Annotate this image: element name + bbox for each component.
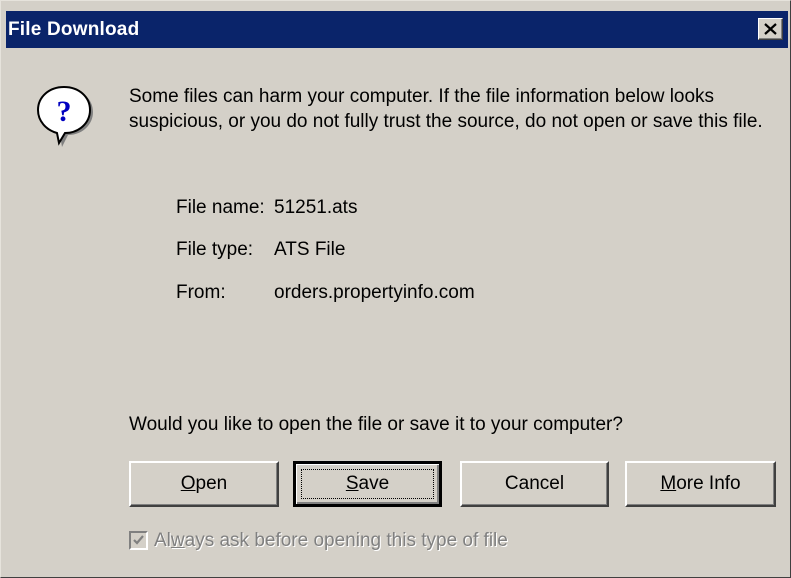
open-button-label: Open (180, 473, 228, 494)
file-name-value: 51251.ats (274, 197, 358, 218)
always-ask-checkbox[interactable] (129, 531, 148, 550)
dialog-title: File Download (8, 19, 140, 40)
file-type-label: File type: (176, 239, 254, 260)
title-bar[interactable]: File Download (6, 11, 788, 48)
always-ask-label: Always ask before opening this type of f… (154, 530, 508, 551)
cancel-button-label: Cancel (504, 473, 565, 494)
svg-text:?: ? (57, 95, 72, 128)
file-type-value: ATS File (274, 239, 346, 260)
file-download-dialog: File Download ? Some files can harm your… (0, 0, 791, 578)
from-value: orders.propertyinfo.com (274, 282, 475, 303)
more-info-button-label: More Info (660, 473, 741, 494)
cancel-button[interactable]: Cancel (460, 461, 609, 507)
save-button[interactable]: Save (293, 461, 442, 507)
file-name-label: File name: (176, 197, 265, 218)
close-button[interactable] (758, 18, 783, 40)
open-button[interactable]: Open (129, 461, 279, 507)
open-save-prompt: Would you like to open the file or save … (129, 414, 623, 435)
warning-text: Some files can harm your computer. If th… (129, 86, 763, 132)
question-bubble-icon: ? (36, 85, 93, 147)
close-icon (764, 23, 777, 35)
save-button-label: Save (345, 473, 390, 494)
from-label: From: (176, 282, 226, 303)
more-info-button[interactable]: More Info (625, 461, 776, 507)
checkmark-icon (133, 535, 144, 545)
